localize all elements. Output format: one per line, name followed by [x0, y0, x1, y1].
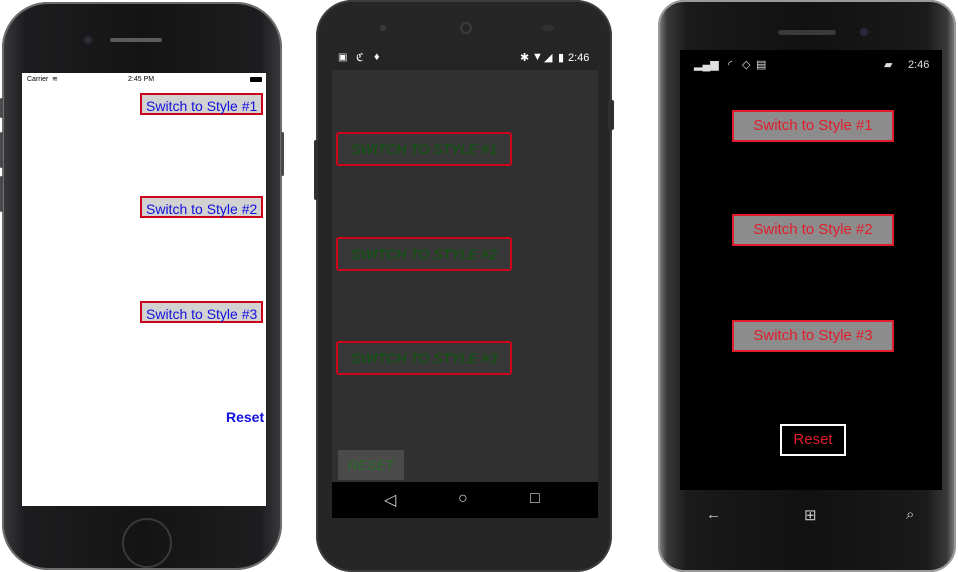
android-volume-button [608, 100, 614, 130]
data-icon: ◇ [742, 59, 751, 71]
android-proximity-sensor [542, 25, 554, 31]
windows-status-bar: ▂▄▆ ◜ ◇ ▤ ▰ 2:46 [680, 50, 942, 72]
recents-icon[interactable]: □ [530, 490, 540, 508]
windows-phone-screen: ▂▄▆ ◜ ◇ ▤ ▰ 2:46 Switch to Style #1 Swit… [680, 50, 942, 490]
signal-icon: ▂▄▆ [694, 59, 719, 71]
iphone-volume-up [0, 132, 3, 168]
search-icon[interactable]: ⌕ [906, 506, 914, 523]
iphone-speaker [110, 38, 162, 42]
iphone-volume-down [0, 176, 3, 212]
camera-icon [860, 28, 868, 36]
wifi-icon: ≋ [52, 76, 58, 83]
status-time: 2:45 PM [128, 76, 155, 83]
windows-navigation-bar: ← ⊞ ⌕ [680, 492, 942, 540]
image-notification-icon: ▣ [338, 52, 348, 63]
wifi-icon: ▼ [532, 51, 543, 63]
windows-phone-device: ▂▄▆ ◜ ◇ ▤ ▰ 2:46 Switch to Style #1 Swit… [658, 0, 956, 572]
android-reset-button[interactable]: RESET [338, 450, 404, 480]
android-power-button [314, 140, 318, 200]
ios-status-bar: Carrier ≋ 2:45 PM [22, 73, 266, 85]
windows-start-icon[interactable]: ⊞ [804, 506, 817, 524]
camera-icon [84, 36, 92, 44]
ios-reset-button[interactable]: Reset [226, 409, 264, 425]
wifi-icon: ◜ [728, 59, 733, 71]
ios-switch-style-2-button[interactable]: Switch to Style #2 [140, 196, 264, 218]
windows-switch-style-2-button[interactable]: Switch to Style #2 [732, 214, 894, 246]
windows-switch-style-3-button[interactable]: Switch to Style #3 [732, 320, 894, 352]
android-device: ▣ ℭ ♦ ✱ ▼ ◢ ▮ 2:46 SWITCH TO STYLE #1 SW… [314, 0, 614, 572]
message-icon: ▤ [756, 59, 767, 71]
iphone-screen: Carrier ≋ 2:45 PM Switch to Style #1 Swi… [22, 73, 266, 506]
signal-icon: ◢ [544, 52, 553, 64]
battery-icon: ▮ [558, 52, 565, 64]
iphone-power-button [281, 132, 284, 176]
home-icon[interactable]: ○ [458, 490, 468, 508]
status-time: 2:46 [568, 52, 590, 64]
back-icon[interactable]: ◁ [384, 490, 396, 510]
android-screen: ▣ ℭ ♦ ✱ ▼ ◢ ▮ 2:46 SWITCH TO STYLE #1 SW… [332, 48, 598, 518]
android-navigation-bar: ◁ ○ □ [332, 482, 598, 518]
app-notification-icon: ℭ [356, 52, 364, 64]
windows-reset-button[interactable]: Reset [780, 424, 846, 456]
iphone-mute-switch [0, 98, 3, 118]
windows-switch-style-1-button[interactable]: Switch to Style #1 [732, 110, 894, 142]
android-switch-style-3-button[interactable]: SWITCH TO STYLE #3 [336, 341, 512, 375]
carrier-label: Carrier [27, 76, 49, 83]
status-time: 2:46 [908, 59, 930, 71]
android-sensor-dot [380, 25, 386, 31]
battery-icon [250, 77, 262, 82]
camera-icon [460, 22, 472, 34]
android-status-bar: ▣ ℭ ♦ ✱ ▼ ◢ ▮ 2:46 [332, 48, 598, 70]
windows-phone-speaker [778, 30, 836, 35]
android-switch-style-2-button[interactable]: SWITCH TO STYLE #2 [336, 237, 512, 271]
android-switch-style-1-button[interactable]: SWITCH TO STYLE #1 [336, 132, 512, 166]
ios-switch-style-3-button[interactable]: Switch to Style #3 [140, 301, 264, 323]
bluetooth-icon: ✱ [520, 52, 530, 64]
pin-notification-icon: ♦ [374, 51, 380, 63]
iphone-home-button[interactable] [122, 518, 172, 568]
iphone-device: Carrier ≋ 2:45 PM Switch to Style #1 Swi… [0, 2, 284, 570]
ios-switch-style-1-button[interactable]: Switch to Style #1 [140, 93, 264, 115]
battery-icon: ▰ [884, 59, 893, 71]
back-icon[interactable]: ← [706, 506, 721, 523]
